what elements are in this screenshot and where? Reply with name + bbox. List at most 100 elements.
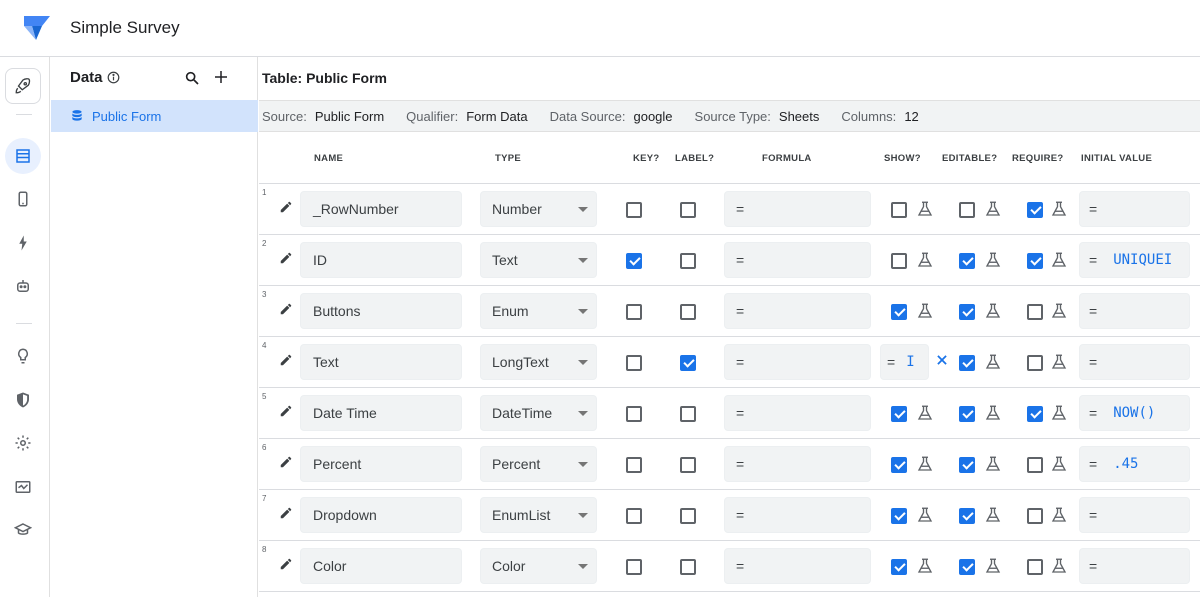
flask-icon[interactable] (1050, 404, 1068, 422)
flask-icon[interactable] (916, 302, 934, 320)
flask-icon[interactable] (916, 200, 934, 218)
views-nav-button[interactable] (5, 181, 41, 217)
require-checkbox[interactable] (1027, 304, 1043, 320)
search-icon[interactable] (184, 70, 200, 86)
label-checkbox[interactable] (680, 202, 696, 218)
initial-value-field[interactable]: = (1079, 548, 1190, 584)
info-icon[interactable] (107, 71, 120, 84)
flask-icon[interactable] (916, 404, 934, 422)
flask-icon[interactable] (916, 455, 934, 473)
show-checkbox[interactable] (891, 253, 907, 269)
add-icon[interactable] (212, 68, 230, 86)
edit-pencil-icon[interactable] (279, 200, 293, 214)
show-checkbox[interactable] (891, 508, 907, 524)
editable-checkbox[interactable] (959, 559, 975, 575)
label-checkbox[interactable] (680, 304, 696, 320)
flask-icon[interactable] (1050, 557, 1068, 575)
column-type-select[interactable]: Color (480, 548, 597, 584)
formula-field[interactable]: = (724, 548, 871, 584)
flask-icon[interactable] (1050, 506, 1068, 524)
column-type-select[interactable]: Text (480, 242, 597, 278)
flask-icon[interactable] (984, 404, 1002, 422)
editable-checkbox[interactable] (959, 355, 975, 371)
flask-icon[interactable] (1050, 200, 1068, 218)
formula-field[interactable]: = (724, 293, 871, 329)
actions-nav-button[interactable] (5, 225, 41, 261)
flask-icon[interactable] (984, 302, 1002, 320)
label-checkbox[interactable] (680, 457, 696, 473)
editable-checkbox[interactable] (959, 406, 975, 422)
formula-field[interactable]: = (724, 191, 871, 227)
editable-checkbox[interactable] (959, 304, 975, 320)
editable-checkbox[interactable] (959, 202, 975, 218)
flask-icon[interactable] (984, 455, 1002, 473)
column-type-select[interactable]: Enum (480, 293, 597, 329)
flask-icon[interactable] (984, 557, 1002, 575)
require-checkbox[interactable] (1027, 508, 1043, 524)
column-type-select[interactable]: Number (480, 191, 597, 227)
column-type-select[interactable]: Percent (480, 446, 597, 482)
column-type-select[interactable]: DateTime (480, 395, 597, 431)
initial-value-field[interactable]: = UNIQUEI (1079, 242, 1190, 278)
key-checkbox[interactable] (626, 406, 642, 422)
show-checkbox[interactable] (891, 202, 907, 218)
flask-icon[interactable] (984, 506, 1002, 524)
rocket-button[interactable] (5, 68, 41, 104)
column-name-field[interactable]: Dropdown (300, 497, 462, 533)
column-type-select[interactable]: EnumList (480, 497, 597, 533)
formula-field[interactable]: = (724, 395, 871, 431)
editable-checkbox[interactable] (959, 253, 975, 269)
column-type-select[interactable]: LongText (480, 344, 597, 380)
flask-icon[interactable] (1050, 353, 1068, 371)
key-checkbox[interactable] (626, 304, 642, 320)
label-checkbox[interactable] (680, 355, 696, 371)
flask-icon[interactable] (1050, 455, 1068, 473)
formula-field[interactable]: = (724, 242, 871, 278)
key-checkbox[interactable] (626, 559, 642, 575)
require-checkbox[interactable] (1027, 355, 1043, 371)
key-checkbox[interactable] (626, 457, 642, 473)
flask-icon[interactable] (916, 506, 934, 524)
flask-icon[interactable] (984, 251, 1002, 269)
learn-nav-button[interactable] (5, 512, 41, 548)
data-nav-button[interactable] (5, 138, 41, 174)
require-checkbox[interactable] (1027, 253, 1043, 269)
show-checkbox[interactable] (891, 406, 907, 422)
flask-icon[interactable] (1050, 251, 1068, 269)
label-checkbox[interactable] (680, 406, 696, 422)
column-name-field[interactable]: Color (300, 548, 462, 584)
label-checkbox[interactable] (680, 508, 696, 524)
initial-value-field[interactable]: = (1079, 191, 1190, 227)
show-formula-field[interactable]: = I (880, 344, 929, 380)
require-checkbox[interactable] (1027, 406, 1043, 422)
column-name-field[interactable]: Text (300, 344, 462, 380)
automation-nav-button[interactable] (5, 268, 41, 304)
formula-field[interactable]: = (724, 446, 871, 482)
column-name-field[interactable]: _RowNumber (300, 191, 462, 227)
edit-pencil-icon[interactable] (279, 353, 293, 367)
show-checkbox[interactable] (891, 457, 907, 473)
formula-field[interactable]: = (724, 497, 871, 533)
key-checkbox[interactable] (626, 355, 642, 371)
security-nav-button[interactable] (5, 382, 41, 418)
flask-icon[interactable] (1050, 302, 1068, 320)
settings-nav-button[interactable] (5, 425, 41, 461)
flask-icon[interactable] (916, 251, 934, 269)
flask-icon[interactable] (984, 353, 1002, 371)
close-icon[interactable] (935, 353, 949, 367)
formula-field[interactable]: = (724, 344, 871, 380)
initial-value-field[interactable]: = (1079, 344, 1190, 380)
flask-icon[interactable] (984, 200, 1002, 218)
editable-checkbox[interactable] (959, 508, 975, 524)
source-value[interactable]: Public Form (315, 109, 384, 124)
manage-nav-button[interactable] (5, 469, 41, 505)
key-checkbox[interactable] (626, 202, 642, 218)
column-name-field[interactable]: Buttons (300, 293, 462, 329)
edit-pencil-icon[interactable] (279, 404, 293, 418)
column-name-field[interactable]: Percent (300, 446, 462, 482)
key-checkbox[interactable] (626, 508, 642, 524)
initial-value-field[interactable]: = (1079, 497, 1190, 533)
show-checkbox[interactable] (891, 304, 907, 320)
key-checkbox[interactable] (626, 253, 642, 269)
show-checkbox[interactable] (891, 559, 907, 575)
